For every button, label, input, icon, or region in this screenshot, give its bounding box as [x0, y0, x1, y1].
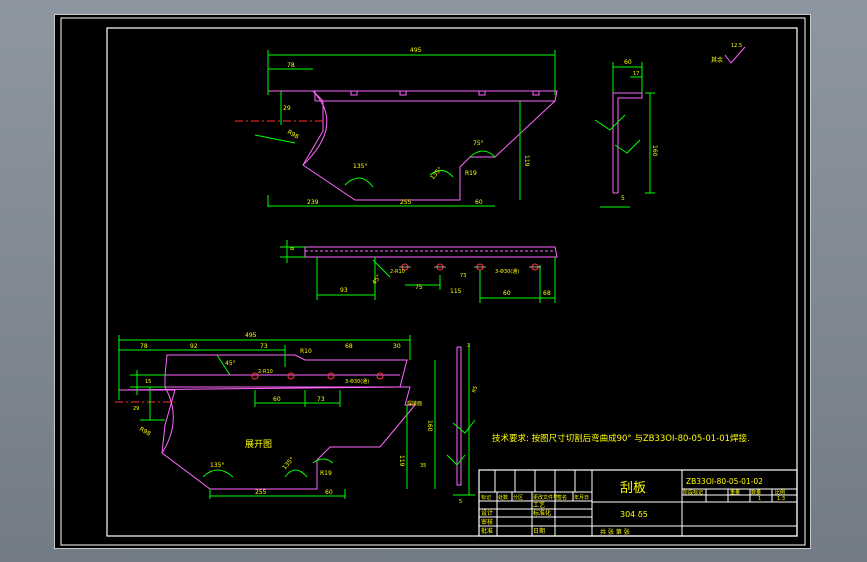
tb-row-change: 更改文件号	[533, 494, 558, 501]
dim-top-overall: 495	[410, 47, 422, 54]
dim-top-height: 119	[523, 155, 530, 167]
dim-mid-right-b: 68	[543, 290, 551, 297]
dim-top-radius: R98	[286, 129, 300, 141]
dim-mid-holes-left: 2-R10	[390, 269, 405, 275]
dim-top-bottom-right: 60	[475, 199, 483, 206]
tb-row-mark: 标记	[481, 494, 491, 501]
cad-drawing: 495 78 29 R98 135° 75° 119 R19 135° 239 …	[60, 17, 806, 546]
dim-side-bottom: 5	[621, 195, 625, 202]
unfold-label: 展开图	[245, 439, 272, 450]
tb-row-date: 年月日	[574, 494, 589, 501]
dim-mid-angle: 45°	[371, 273, 383, 286]
dim-top-side-a: 29	[283, 105, 291, 112]
dim-top-bottom-mid: 255	[400, 199, 412, 206]
tb-row-sign: 签名	[557, 494, 567, 501]
tb-process: 工艺	[533, 501, 545, 509]
tb-standardize: 标准化	[533, 509, 551, 517]
dim-mid-c: 73	[460, 273, 466, 279]
tb-row-zone: 分区	[513, 494, 523, 501]
dim-mid-left: 93	[340, 287, 348, 294]
tb-checker: 审核	[481, 518, 493, 526]
dim-unf-radius: R98	[138, 426, 152, 438]
dim-narrow-r: R5	[471, 385, 479, 393]
tb-date: 日期	[533, 527, 545, 535]
dim-unf-d: R10	[300, 348, 312, 355]
roughness-value: 12.5	[731, 43, 742, 49]
tb-scale: 1:3	[777, 496, 785, 502]
dim-unf-bottom-b: 60	[325, 489, 333, 496]
tb-scale-label: 比例	[775, 489, 785, 496]
dim-mid-right-a: 60	[503, 290, 511, 297]
dim-top-angle-right: 75°	[473, 140, 484, 147]
tb-designer: 设计	[481, 509, 493, 517]
tb-stage-mark: 阶段标记	[683, 489, 703, 496]
roughness-symbol: 12.5 其余	[711, 43, 746, 64]
dim-unf-bottom-a: 255	[255, 489, 267, 496]
dim-mid-holes-right: 3-Φ30(通)	[495, 268, 519, 275]
title-block: 标记 处数 分区 更改文件号 签名 年月日 设计 标准化 审核 工艺 批准 日期…	[478, 469, 798, 537]
dim-top-r-small: R19	[465, 170, 477, 177]
dim-side-top: 60	[624, 59, 632, 66]
dim-narrow-bottom: 5	[459, 499, 462, 505]
dim-unf-r-small: R19	[320, 470, 332, 477]
tech-requirements: 技术要求: 按图尺寸切割后弯曲成90° 与ZB33OⅠ-80-05-01-01焊…	[492, 433, 750, 444]
dim-unf-b: 92	[190, 343, 198, 350]
dim-narrow-top: 3	[467, 343, 470, 349]
roughness-note: 其余	[711, 56, 723, 64]
dim-unf-right: 35	[420, 463, 426, 469]
dim-unf-side: 119	[398, 455, 405, 467]
note-weld-side: 焊接面	[407, 400, 422, 407]
dim-unf-f: 30	[393, 343, 401, 350]
dim-unf-angle1: 45°	[225, 360, 236, 367]
dim-unf-left2: 15	[145, 379, 151, 385]
cad-viewport[interactable]: 495 78 29 R98 135° 75° 119 R19 135° 239 …	[54, 14, 811, 549]
dim-top-bottom-left: 239	[307, 199, 319, 206]
tb-row-count: 处数	[498, 494, 508, 501]
dim-unf-e: 68	[345, 343, 353, 350]
dim-unf-overall: 495	[245, 332, 257, 339]
unfolded-view: 495 78 92 73 R10 68 30 2-R10 3-Φ30(通) 60…	[115, 332, 436, 499]
dim-mid-height: 8	[288, 247, 294, 250]
dim-side-height: 160	[651, 145, 658, 157]
dim-top-b-mark: 135°	[429, 166, 444, 182]
tb-sheet: 共 张 第 张	[600, 528, 630, 536]
dim-mid-b: 115	[450, 288, 462, 295]
tb-qty: 1	[758, 496, 761, 502]
dim-unf-angle2: 135°	[210, 462, 224, 469]
section-view: 3 5 R5	[446, 343, 479, 505]
tb-qty-label: 数量	[751, 489, 761, 496]
dim-unf-c: 73	[260, 343, 268, 350]
dim-unf-holes-left: 2-R10	[258, 369, 273, 375]
dim-side-top-small: 17	[633, 71, 639, 77]
tb-approve: 批准	[481, 527, 493, 535]
tb-drawing-no: ZB33OⅠ-80-05-01-02	[686, 477, 763, 486]
dim-mid-a: 75	[415, 284, 423, 291]
side-view: 60 17 160 5	[594, 59, 658, 208]
tb-weight: 重量	[730, 489, 740, 496]
dim-unf-h: 73	[317, 396, 325, 403]
top-view: 495 78 29 R98 135° 75° 119 R19 135° 239 …	[235, 47, 558, 207]
tb-part-name: 刮板	[620, 481, 646, 496]
middle-view: 8 93 45° 75 115 73 2-R10 3-Φ30(通) 60 68	[280, 240, 558, 303]
dim-unf-holes-right: 3-Φ30(通)	[345, 378, 369, 385]
dim-unf-g: 60	[273, 396, 281, 403]
dim-unf-left: 29	[133, 406, 139, 412]
dim-unf-height: 160	[426, 420, 433, 432]
outer-frame	[60, 17, 806, 546]
tb-material: 304 δ5	[620, 510, 648, 519]
dim-unf-a: 78	[140, 343, 148, 350]
dim-top-angle-left: 135°	[353, 163, 367, 170]
dim-top-left: 78	[287, 62, 295, 69]
dim-unf-angle3: 135°	[281, 456, 296, 472]
